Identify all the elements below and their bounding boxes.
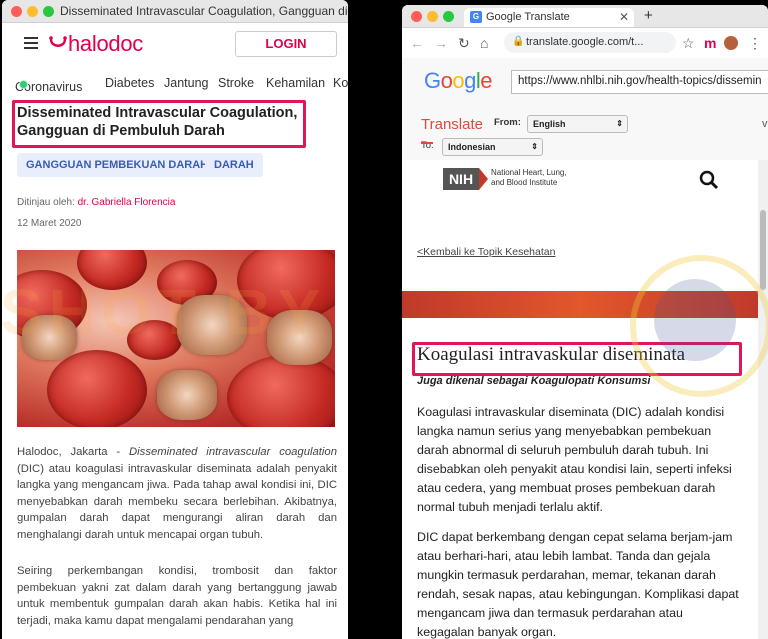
page-scrollbar[interactable]: [758, 160, 768, 639]
tab-google-translate[interactable]: G Google Translate ✕: [464, 8, 634, 27]
google-translate-icon: G: [470, 11, 482, 23]
page-title: Koagulasi intravaskular diseminata: [417, 344, 686, 365]
translate-label: Translate: [421, 116, 483, 133]
reviewed-by: Ditinjau oleh: dr. Gabriella Florencia: [17, 197, 175, 208]
nih-name-line2: and Blood Institute: [491, 178, 558, 187]
tab-title: Google Translate: [486, 11, 570, 23]
scrollbar-thumb[interactable]: [760, 210, 766, 290]
minimize-window-button[interactable]: [427, 11, 438, 22]
nav-item-diabetes[interactable]: Diabetes: [105, 76, 154, 90]
category-nav: Coronavirus Diabetes Jantung Stroke Keha…: [2, 72, 348, 94]
address-bar[interactable]: 🔒 translate.google.com/t...: [504, 32, 676, 53]
left-titlebar: Disseminated Intravascular Coagulation, …: [2, 0, 348, 23]
article-paragraph-1: Halodoc, Jakarta - Disseminated intravas…: [17, 444, 337, 543]
para1-italic: Disseminated intravascular coagulation: [129, 446, 337, 458]
red-banner: [402, 291, 758, 318]
minimize-window-button[interactable]: [27, 6, 38, 17]
live-dot-icon: [19, 80, 28, 89]
extension-m-icon[interactable]: m: [704, 35, 716, 51]
source-url-input[interactable]: https://www.nhlbi.nih.gov/health-topics/…: [511, 70, 768, 94]
nav-item-kehamilan[interactable]: Kehamilan: [266, 76, 325, 90]
hamburger-menu-icon[interactable]: [24, 37, 38, 49]
nav-item-jantung[interactable]: Jantung: [164, 76, 208, 90]
translated-paragraph-1: Koagulasi intravaskular diseminata (DIC)…: [417, 405, 732, 514]
browser-menu-icon[interactable]: ⋮: [748, 35, 762, 52]
left-browser-window: Disseminated Intravascular Coagulation, …: [2, 0, 348, 639]
from-language-value: English: [533, 119, 566, 129]
logo-text: halodoc: [68, 31, 143, 56]
halodoc-mark-icon: [49, 36, 67, 47]
nav-item-more[interactable]: Ko: [333, 76, 348, 90]
forward-arrow-icon[interactable]: →: [434, 35, 448, 51]
tag-gangguan-pembekuan-darah[interactable]: GANGGUAN PEMBEKUAN DARAH: [17, 153, 218, 177]
lock-icon: 🔒: [512, 36, 525, 47]
reviewed-label: Ditinjau oleh:: [17, 197, 75, 208]
blood-cells-image: [17, 250, 335, 427]
new-tab-button[interactable]: +: [644, 7, 653, 24]
page-subtitle: Juga dikenal sebagai Koagulopati Konsums…: [417, 375, 651, 387]
back-arrow-icon[interactable]: ←: [410, 35, 424, 51]
to-language-value: Indonesian: [448, 142, 496, 152]
translated-page: NIH National Heart, Lung, and Blood Insti…: [402, 142, 758, 639]
address-url: translate.google.com/t...: [526, 36, 644, 48]
site-header: halodoc LOGIN: [2, 23, 348, 65]
from-label: From:: [494, 117, 521, 128]
login-button[interactable]: LOGIN: [235, 31, 337, 57]
tag-darah[interactable]: DARAH: [205, 153, 263, 177]
nih-name-line1: National Heart, Lung,: [491, 168, 567, 177]
nav-item-stroke[interactable]: Stroke: [218, 76, 254, 90]
reload-icon[interactable]: ↻: [458, 35, 470, 52]
back-to-health-topics-link[interactable]: <Kembali ke Topik Kesehatan: [417, 246, 555, 258]
nih-logo[interactable]: NIH: [443, 168, 479, 190]
nih-institute-name: National Heart, Lung, and Blood Institute: [491, 168, 567, 188]
close-window-button[interactable]: [411, 11, 422, 22]
from-language-select[interactable]: English ⇕: [527, 115, 628, 133]
profile-avatar[interactable]: [724, 36, 738, 50]
reviewer-link[interactable]: dr. Gabriella Florencia: [78, 197, 176, 208]
right-browser-window: G Google Translate ✕ + ← → ↻ ⌂ 🔒 transla…: [402, 5, 768, 639]
source-url-text: https://www.nhlbi.nih.gov/health-topics/…: [518, 75, 762, 87]
google-logo[interactable]: Google: [424, 68, 493, 94]
close-window-button[interactable]: [11, 6, 22, 17]
translate-bar: Translate From: English ⇕ To: Indonesian ⇕…: [402, 110, 768, 160]
select-arrows-icon: ⇕: [616, 119, 623, 128]
to-language-select[interactable]: Indonesian ⇕: [442, 138, 543, 156]
google-translate-header: Google https://www.nhlbi.nih.gov/health-…: [402, 58, 768, 110]
para1-lead: Halodoc, Jakarta -: [17, 446, 129, 458]
zoom-window-button[interactable]: [43, 6, 54, 17]
halodoc-logo[interactable]: halodoc: [48, 31, 143, 57]
article-paragraph-2: Seiring perkembangan kondisi, trombosit …: [17, 565, 337, 627]
zoom-window-button[interactable]: [443, 11, 454, 22]
browser-toolbar: ← → ↻ ⌂ 🔒 translate.google.com/t... ☆ m …: [402, 28, 768, 59]
article-title: Disseminated Intravascular Coagulation, …: [17, 105, 298, 139]
nih-chevron-icon: [479, 168, 488, 190]
select-arrows-icon: ⇕: [531, 142, 538, 151]
translated-paragraph-2: DIC dapat berkembang dengan cepat selama…: [417, 530, 739, 639]
window-title: Disseminated Intravascular Coagulation, …: [60, 4, 348, 18]
home-icon[interactable]: ⌂: [480, 35, 488, 51]
bookmark-star-icon[interactable]: ☆: [682, 35, 695, 52]
publish-date: 12 Maret 2020: [17, 218, 82, 229]
close-tab-icon[interactable]: ✕: [619, 10, 629, 24]
right-titlebar: G Google Translate ✕ +: [402, 5, 768, 28]
menu-bar-icon: [421, 142, 433, 144]
collapse-chevron-icon[interactable]: v: [762, 118, 768, 130]
search-icon[interactable]: [699, 170, 719, 190]
para1-rest: (DIC) atau koagulasi intravaskular disem…: [17, 462, 337, 541]
